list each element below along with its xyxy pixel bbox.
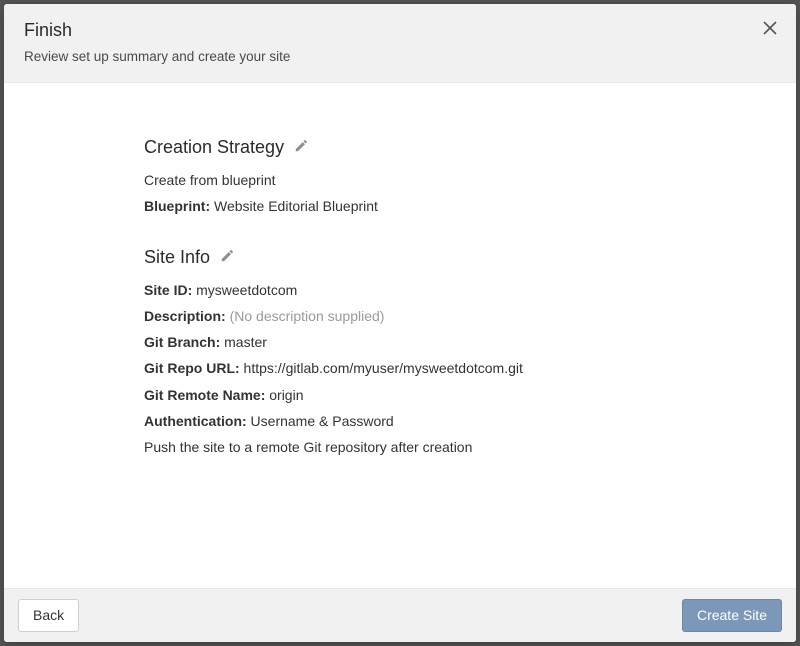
blueprint-value: Website Editorial Blueprint [214,198,378,214]
authentication-label: Authentication: [144,413,247,429]
dialog-body: Creation Strategy Create from blueprint … [4,83,796,588]
dialog-header: Finish Review set up summary and create … [4,4,796,83]
site-info-title: Site Info [144,247,210,268]
back-button[interactable]: Back [18,599,79,632]
create-site-button[interactable]: Create Site [682,599,782,632]
create-from-line: Create from blueprint [144,170,776,190]
git-repo-line: Git Repo URL: https://gitlab.com/myuser/… [144,358,776,378]
git-repo-value: https://gitlab.com/myuser/mysweetdotcom.… [244,360,523,376]
description-line: Description: (No description supplied) [144,306,776,326]
site-id-value: mysweetdotcom [196,282,297,298]
finish-dialog: Finish Review set up summary and create … [4,4,796,642]
edit-site-info-button[interactable] [220,247,234,268]
git-remote-value: origin [269,387,303,403]
dialog-footer: Back Create Site [4,588,796,642]
git-branch-label: Git Branch: [144,334,220,350]
description-label: Description: [144,308,226,324]
dialog-title: Finish [24,20,776,41]
pencil-icon [220,247,234,268]
edit-creation-strategy-button[interactable] [294,137,308,158]
site-id-label: Site ID: [144,282,192,298]
site-info-title-row: Site Info [144,247,776,268]
git-remote-label: Git Remote Name: [144,387,265,403]
git-branch-value: master [224,334,267,350]
push-note-line: Push the site to a remote Git repository… [144,437,776,457]
creation-strategy-title-row: Creation Strategy [144,137,776,158]
site-id-line: Site ID: mysweetdotcom [144,280,776,300]
creation-strategy-section: Creation Strategy Create from blueprint … [144,137,776,217]
git-branch-line: Git Branch: master [144,332,776,352]
pencil-icon [294,137,308,158]
dialog-subtitle: Review set up summary and create your si… [24,49,776,64]
close-icon [763,21,777,40]
site-info-section: Site Info Site ID: mysweetdotcom Descrip… [144,247,776,458]
creation-strategy-title: Creation Strategy [144,137,284,158]
git-repo-label: Git Repo URL: [144,360,240,376]
description-value: (No description supplied) [230,308,385,324]
blueprint-line: Blueprint: Website Editorial Blueprint [144,196,776,216]
close-button[interactable] [758,18,782,42]
authentication-value: Username & Password [251,413,394,429]
blueprint-label: Blueprint: [144,198,210,214]
git-remote-line: Git Remote Name: origin [144,385,776,405]
authentication-line: Authentication: Username & Password [144,411,776,431]
